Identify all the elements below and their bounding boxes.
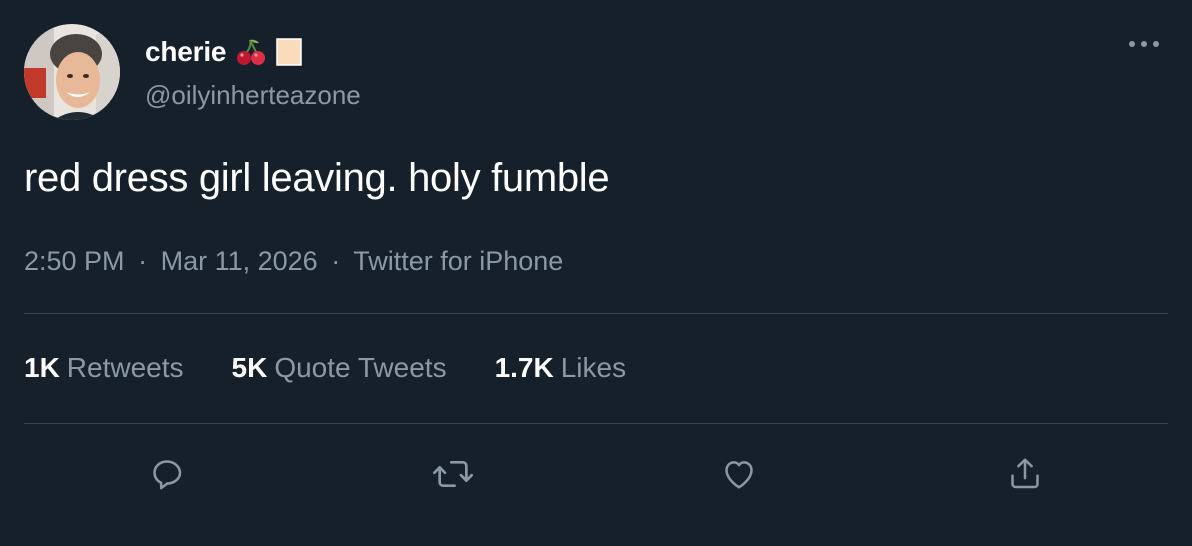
quote-tweets-stat[interactable]: 5K Quote Tweets bbox=[232, 352, 447, 384]
meta-separator: · bbox=[138, 246, 148, 276]
quote-tweets-label: Quote Tweets bbox=[274, 352, 447, 383]
reply-button[interactable] bbox=[145, 452, 189, 496]
retweet-icon bbox=[433, 461, 473, 487]
retweets-stat[interactable]: 1K Retweets bbox=[24, 352, 184, 384]
retweets-label: Retweets bbox=[66, 352, 184, 383]
avatar-image bbox=[24, 24, 120, 120]
light-skin-tone-emoji-icon bbox=[276, 38, 303, 66]
tweet-time[interactable]: 2:50 PM bbox=[24, 246, 125, 276]
display-name[interactable]: cherie bbox=[145, 36, 226, 68]
tweet-meta: 2:50 PM · Mar 11, 2026 · Twitter for iPh… bbox=[24, 246, 563, 277]
tweet-card: cherie @oilyinherteazone red dress girl … bbox=[0, 0, 1192, 546]
divider bbox=[24, 313, 1168, 314]
retweet-button[interactable] bbox=[431, 452, 475, 496]
retweets-count: 1K bbox=[24, 352, 60, 383]
author-handle[interactable]: @oilyinherteazone bbox=[145, 80, 361, 111]
tweet-source[interactable]: Twitter for iPhone bbox=[353, 246, 563, 276]
avatar[interactable] bbox=[24, 24, 120, 120]
cherries-emoji-icon bbox=[236, 37, 266, 67]
tweet-text: red dress girl leaving. holy fumble bbox=[24, 156, 610, 200]
share-icon bbox=[1011, 458, 1039, 489]
more-horizontal-icon bbox=[1129, 41, 1159, 47]
likes-stat[interactable]: 1.7K Likes bbox=[495, 352, 627, 384]
share-button[interactable] bbox=[1003, 452, 1047, 496]
engagement-stats: 1K Retweets 5K Quote Tweets 1.7K Likes bbox=[24, 352, 674, 384]
divider bbox=[24, 423, 1168, 424]
more-options-button[interactable] bbox=[1126, 30, 1162, 58]
reply-icon bbox=[153, 460, 182, 490]
heart-icon bbox=[725, 461, 753, 489]
likes-count: 1.7K bbox=[494, 352, 554, 383]
author-name-row[interactable]: cherie bbox=[145, 34, 303, 70]
tweet-date[interactable]: Mar 11, 2026 bbox=[161, 246, 318, 276]
likes-label: Likes bbox=[560, 352, 627, 383]
like-button[interactable] bbox=[717, 452, 761, 496]
quote-tweets-count: 5K bbox=[231, 352, 268, 383]
meta-separator: · bbox=[331, 246, 341, 276]
